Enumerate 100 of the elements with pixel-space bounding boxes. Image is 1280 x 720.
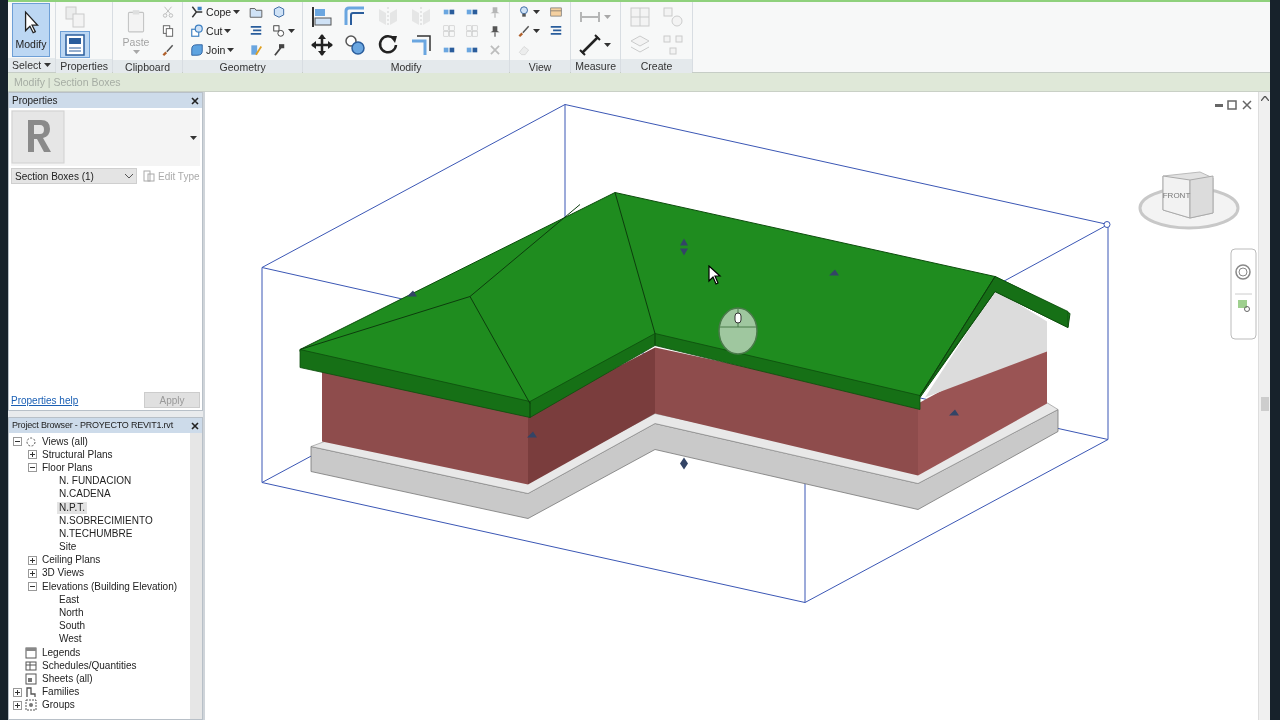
tree-item[interactable]: Groups (40, 699, 77, 712)
group-icon (25, 699, 37, 712)
cross-icon (488, 43, 503, 57)
close-icon[interactable] (191, 96, 199, 105)
eraser-icon (517, 43, 532, 57)
folder-icon (249, 5, 264, 19)
tree-item[interactable]: Site (57, 541, 79, 554)
house-model-drawing[interactable] (299, 192, 1111, 519)
hammer-icon (272, 43, 287, 57)
caret-icon (233, 10, 241, 14)
group-icon (661, 4, 685, 29)
help-link[interactable]: Properties help (11, 392, 79, 408)
diagonal-measure-icon (578, 32, 603, 57)
box-icon (549, 5, 564, 19)
expand-icon[interactable] (28, 568, 37, 578)
tree-item[interactable]: Sheets (all) (40, 672, 95, 685)
scrollbar[interactable] (190, 433, 202, 719)
caret-icon (604, 42, 612, 47)
properties-window-button[interactable] (60, 31, 91, 58)
tree-item[interactable]: Families (40, 686, 82, 699)
align-icon (310, 4, 335, 29)
family-icon (25, 686, 37, 699)
panel-label: Geometry (183, 60, 303, 74)
shapes-icon (272, 24, 287, 38)
panel-title: Project Browser - PROYECTO REVIT1.rvt (12, 418, 173, 432)
tool-button[interactable]: Cut (187, 22, 244, 40)
tree-item[interactable]: N. FUNDACION (57, 475, 134, 488)
tree-item[interactable]: Schedules/Quantities (40, 659, 139, 672)
tree-item[interactable]: North (57, 607, 86, 620)
collapse-icon[interactable] (13, 437, 22, 447)
grid-icon (442, 24, 457, 38)
copy-icon (161, 24, 176, 38)
views-icon (25, 435, 37, 448)
caret-icon (533, 10, 541, 14)
panel-label: Measure (571, 59, 620, 73)
panel-label: View (510, 60, 571, 74)
tree-item[interactable]: Views (all) (40, 435, 90, 448)
tree-item[interactable]: Elevations (Building Elevation) (40, 580, 180, 593)
trim-icon (409, 32, 434, 57)
scissors-icon (161, 5, 176, 19)
scrollbar[interactable] (1258, 92, 1270, 720)
collapse-icon[interactable] (28, 582, 37, 592)
join-shape-icon (190, 43, 205, 57)
mouse-pointer-icon (708, 265, 722, 285)
tree-item[interactable]: Legends (40, 646, 83, 659)
tree-item[interactable]: South (57, 620, 88, 633)
properties-window-icon (63, 32, 88, 57)
context-tab-label: Modify | Section Boxes (8, 73, 1270, 92)
caret-icon[interactable] (190, 136, 197, 140)
parts-icon (628, 4, 652, 29)
scroll-thumb[interactable] (1260, 397, 1269, 411)
window-controls-icon[interactable] (1214, 100, 1252, 110)
scroll-up-icon[interactable] (1260, 96, 1269, 101)
caret-icon (288, 29, 296, 33)
expand-icon[interactable] (28, 555, 37, 565)
legend-icon (25, 646, 37, 659)
collapse-icon[interactable] (28, 463, 37, 473)
expand-icon[interactable] (13, 700, 22, 710)
navigation-bar-icon[interactable] (1230, 248, 1257, 340)
tree-item[interactable]: Floor Plans (40, 461, 95, 474)
caret-icon (44, 63, 52, 67)
caret-icon (224, 29, 232, 33)
tree-item[interactable]: N.TECHUMBRE (57, 527, 135, 540)
cube-icon (272, 5, 287, 19)
chevron-icon (125, 173, 133, 179)
beam-cope-icon (190, 5, 205, 19)
sheet-icon (25, 672, 37, 685)
type-icon (143, 170, 155, 182)
grid-icon (465, 24, 480, 38)
tool-button[interactable]: Cope (187, 3, 244, 21)
letter-r-logo-icon (11, 110, 65, 164)
move-arrows-icon (310, 32, 335, 57)
cut-shape-icon (190, 24, 205, 38)
caret-icon (132, 50, 140, 55)
panel-label: Clipboard (113, 60, 183, 74)
stacked-sheets-icon (63, 4, 88, 29)
expand-icon[interactable] (28, 450, 37, 460)
tree-item[interactable]: West (57, 633, 84, 646)
tree-item[interactable]: Ceiling Plans (40, 554, 103, 567)
brush-icon (161, 43, 176, 57)
expand-icon[interactable] (13, 687, 22, 697)
brush-icon (517, 24, 532, 38)
tree-item[interactable]: N.SOBRECIMIENTO (57, 514, 155, 527)
panel-label[interactable]: Select (8, 58, 56, 72)
tree-item[interactable]: 3D Views (40, 567, 87, 580)
array-icon (661, 32, 685, 57)
tree-item[interactable]: East (57, 593, 81, 606)
panel-label: Create (621, 59, 692, 73)
type-dropdown[interactable]: Section Boxes (1) (11, 168, 137, 184)
caret-icon (533, 29, 541, 33)
tree-item[interactable]: N.P.T. (57, 501, 87, 514)
table-icon (25, 659, 37, 672)
tool-button[interactable]: Join (187, 41, 244, 59)
stacked-lines-icon (549, 24, 564, 38)
tree-item[interactable]: N.CADENA (57, 488, 113, 501)
tree-item[interactable]: Structural Plans (40, 448, 115, 461)
tool-button[interactable]: Modify (12, 3, 50, 57)
close-icon[interactable] (191, 421, 199, 430)
pencil-icon (249, 43, 264, 57)
copy-circles-icon (343, 32, 368, 57)
